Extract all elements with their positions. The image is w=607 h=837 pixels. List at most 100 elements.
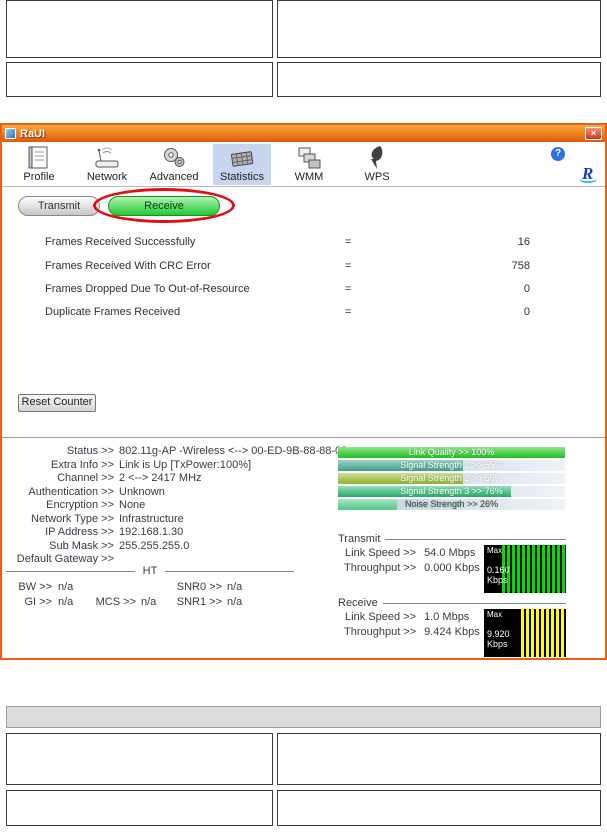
toolbar-item-profile[interactable]: Profile <box>10 144 68 185</box>
status-label: IP Address >> <box>45 526 114 538</box>
chart-max-label: Max <box>487 546 503 555</box>
toolbar-item-wmm[interactable]: WMM <box>280 144 338 185</box>
chart-peak-value: 0.160 Kbps <box>487 565 510 585</box>
window-title: RaUI <box>20 127 46 140</box>
doc-table-cell <box>6 62 273 97</box>
stat-label: Frames Received With CRC Error <box>45 260 211 272</box>
toolbar-item-label: Profile <box>23 171 55 183</box>
receive-title: Receive <box>338 597 378 609</box>
profile-icon <box>10 144 68 171</box>
ralink-logo-icon: R <box>578 164 598 183</box>
quality-bars: Link Quality >> 100% Signal Strength 1 >… <box>338 447 565 512</box>
status-label: Default Gateway >> <box>16 553 114 565</box>
doc-table-cell <box>277 733 601 785</box>
divider <box>2 437 605 438</box>
document-page: RaUI × Profile Network Advanced Statisti… <box>0 0 607 837</box>
toolbar-item-label: Network <box>86 171 128 183</box>
doc-table-cell <box>6 733 273 785</box>
stat-row: Frames Received With CRC Error = 758 <box>2 260 605 274</box>
toolbar-item-advanced[interactable]: Advanced <box>145 144 203 185</box>
receive-panel: Receive Link Speed >> 1.0 Mbps Throughpu… <box>338 597 566 658</box>
toolbar-item-wps[interactable]: WPS <box>348 144 406 185</box>
statistics-icon <box>213 144 271 171</box>
noise-strength-bar: Noise Strength >> 26% <box>338 499 565 510</box>
gi-value: n/a <box>58 596 74 608</box>
signal-strength-3-bar: Signal Strength 3 >> 76% <box>338 486 565 497</box>
divider <box>382 602 566 604</box>
stat-value: 0 <box>523 306 530 318</box>
signal-strength-1-bar: Signal Strength 1 >> 55% <box>338 460 565 471</box>
advanced-icon <box>145 144 203 171</box>
gi-label: GI >> <box>24 596 52 608</box>
status-label: Sub Mask >> <box>49 540 114 552</box>
status-value: None <box>119 499 146 511</box>
toolbar: Profile Network Advanced Statistics WMM … <box>2 142 605 187</box>
chart-peak-value: 9.920 Kbps <box>487 629 510 649</box>
doc-table-cell <box>6 790 273 826</box>
snr0-label: SNR0 >> <box>176 581 222 593</box>
status-label: Authentication >> <box>28 486 114 498</box>
stat-label: Duplicate Frames Received <box>45 306 181 318</box>
titlebar[interactable]: RaUI × <box>2 125 605 142</box>
status-value: Link is Up [TxPower:100%] <box>119 459 252 471</box>
status-value: Unknown <box>119 486 165 498</box>
network-icon <box>78 144 136 171</box>
toolbar-item-label: WPS <box>364 171 390 183</box>
status-label: Encryption >> <box>46 499 114 511</box>
wmm-icon <box>280 144 338 171</box>
help-icon[interactable]: ? <box>551 147 565 161</box>
stat-equals: = <box>345 306 352 318</box>
stat-equals: = <box>345 283 352 295</box>
status-value: Infrastructure <box>119 513 184 525</box>
ht-row: BW >> n/a SNR0 >> n/a <box>6 581 298 594</box>
stat-label: Frames Dropped Due To Out-of-Resource <box>45 283 250 295</box>
status-value: 2 <--> 2417 MHz <box>119 472 202 484</box>
link-quality-bar: Link Quality >> 100% <box>338 447 565 458</box>
toolbar-item-network[interactable]: Network <box>78 144 136 185</box>
toolbar-item-label: Statistics <box>219 171 264 183</box>
ht-row: GI >> n/a MCS >> n/a SNR1 >> n/a <box>6 596 298 609</box>
transmit-panel: Transmit Link Speed >> 54.0 Mbps Through… <box>338 533 566 595</box>
mcs-label: MCS >> <box>95 596 136 608</box>
toolbar-item-label: Advanced <box>149 171 199 183</box>
close-button[interactable]: × <box>585 127 602 140</box>
stat-equals: = <box>345 236 352 248</box>
transmit-history-chart: Max 0.160 Kbps <box>484 545 566 593</box>
doc-table-cell <box>277 0 601 58</box>
transmit-chart-bars <box>502 545 566 593</box>
reset-counter-button[interactable]: Reset Counter <box>18 394 96 412</box>
doc-table-cell <box>6 0 273 58</box>
wps-icon <box>348 144 406 171</box>
stat-row: Frames Dropped Due To Out-of-Resource = … <box>2 283 605 297</box>
stat-row: Duplicate Frames Received = 0 <box>2 306 605 320</box>
signal-strength-2-bar: Signal Strength 2 >> 55% <box>338 473 565 484</box>
stat-value: 758 <box>511 260 530 272</box>
snr1-value: n/a <box>227 596 243 608</box>
snr1-label: SNR1 >> <box>176 596 222 608</box>
stat-label: Frames Received Successfully <box>45 236 196 248</box>
stat-value: 0 <box>523 283 530 295</box>
chart-max-label: Max <box>487 610 503 619</box>
transmit-title: Transmit <box>338 533 381 545</box>
doc-table-cell <box>277 62 601 97</box>
status-value: 802.11g-AP -Wireless <--> 00-ED-9B-88-88… <box>119 445 348 457</box>
status-label: Extra Info >> <box>51 459 114 471</box>
status-value: 255.255.255.0 <box>119 540 190 552</box>
receive-history-chart: Max 9.920 Kbps <box>484 609 566 657</box>
bw-label: BW >> <box>18 581 52 593</box>
toolbar-item-statistics[interactable]: Statistics <box>213 144 271 185</box>
snr0-value: n/a <box>227 581 243 593</box>
status-label: Channel >> <box>57 472 114 484</box>
raui-window: RaUI × Profile Network Advanced Statisti… <box>0 123 607 660</box>
doc-table-header-bar <box>6 706 601 728</box>
toolbar-item-label: WMM <box>294 171 324 183</box>
receive-chart-bars <box>520 609 566 657</box>
stat-equals: = <box>345 260 352 272</box>
status-value: 192.168.1.30 <box>119 526 184 538</box>
status-label: Network Type >> <box>31 513 114 525</box>
ht-title: HT <box>142 565 158 577</box>
bw-value: n/a <box>58 581 74 593</box>
stat-value: 16 <box>517 236 530 248</box>
tab-receive[interactable]: Receive <box>108 196 220 216</box>
tab-transmit[interactable]: Transmit <box>18 196 100 216</box>
